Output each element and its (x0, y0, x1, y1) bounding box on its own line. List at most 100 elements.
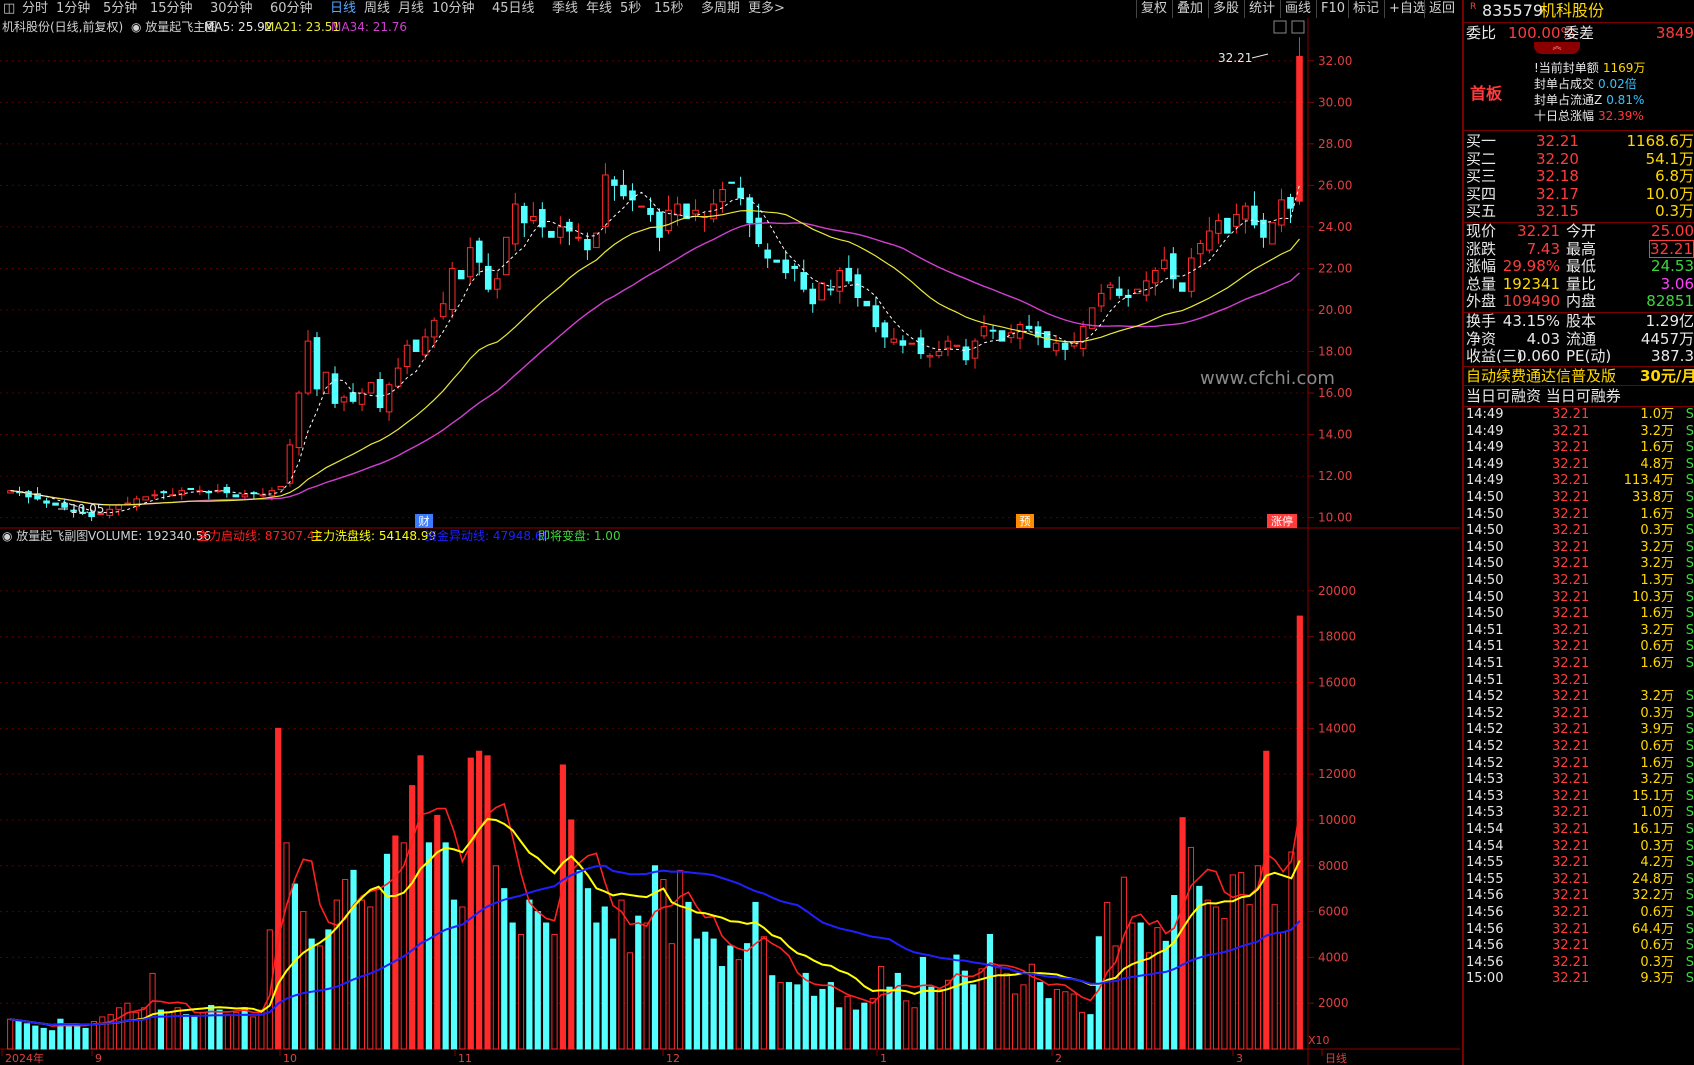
tick-price: 32.21 (1552, 871, 1590, 887)
volume-bar (90, 1021, 98, 1050)
tick-row: 14:50 32.21 3.2万 S (1464, 556, 1694, 572)
vol-tick-label: 4000 (1318, 950, 1349, 964)
toolbar-button[interactable]: 复权 (1136, 0, 1171, 18)
ad-text[interactable]: 自动续费通达信普及版 (1466, 367, 1616, 385)
tick-time: 14:54 (1466, 822, 1504, 837)
tick-time: 14:51 (1466, 672, 1504, 688)
volume-bar (15, 1021, 22, 1050)
candle-body (151, 494, 159, 497)
bid-row[interactable]: 买四 32.17 10.0万 (1464, 185, 1694, 203)
tick-side: S (1685, 539, 1694, 555)
volume-bar (1137, 922, 1144, 1050)
volume-bar (660, 879, 667, 1050)
candle-body (620, 184, 627, 197)
y-tick-label: 22.00 (1318, 261, 1352, 275)
fund-value: 43.15% (1502, 312, 1560, 330)
candle-body (1115, 288, 1123, 296)
bid-row[interactable]: 买二 32.20 54.1万 (1464, 150, 1694, 168)
bid-volume: 1168.6万 (1626, 132, 1694, 150)
period-tab[interactable]: 10分钟 (432, 0, 475, 18)
toolbar-button[interactable]: 标记 (1348, 0, 1383, 18)
tick-row: 14:53 32.21 15.1万 S (1464, 789, 1694, 805)
volume-bar (1171, 895, 1178, 1050)
weicha-label: 委差 (1564, 24, 1595, 42)
period-tab[interactable]: 更多> (748, 0, 785, 18)
tick-row: 14:56 32.21 64.4万 S (1464, 922, 1694, 938)
quote-row: 涨跌 7.43 最高 32.21 (1464, 239, 1694, 258)
tick-volume: 24.8万 (1632, 871, 1674, 887)
period-tab[interactable]: 45日线 (492, 0, 535, 18)
toolbar-button[interactable]: 返回 (1424, 0, 1459, 18)
period-tab[interactable]: 年线 (586, 0, 612, 18)
bid-row[interactable]: 买五 32.15 0.3万 (1464, 202, 1694, 220)
period-tab[interactable]: 月线 (398, 0, 424, 18)
volume-bar (911, 1007, 918, 1050)
high-price-label: 32.21 (1218, 51, 1252, 65)
tick-row: 14:54 32.21 0.3万 S (1464, 839, 1694, 855)
candle-body (863, 300, 871, 307)
period-tab[interactable]: 分时 (22, 0, 48, 18)
tick-volume: 1.0万 (1640, 805, 1674, 821)
period-tab[interactable]: 15秒 (654, 0, 684, 18)
period-tab[interactable]: 日线 (330, 0, 356, 18)
collapse-arrow-icon[interactable]: ︽ (1534, 42, 1580, 54)
toolbar-button[interactable]: 画线 (1280, 0, 1315, 18)
volume-bar (124, 1002, 131, 1050)
tick-volume: 3.2万 (1640, 772, 1674, 788)
x-month-label: 2024年 (5, 1051, 44, 1065)
candle-body (223, 486, 231, 494)
tick-side: S (1685, 456, 1694, 472)
toolbar-button[interactable]: F10 (1316, 0, 1349, 18)
menu-icon[interactable]: ◫ (3, 0, 15, 18)
bid-row[interactable]: 买三 32.18 6.8万 (1464, 167, 1694, 185)
candle-body (944, 340, 952, 349)
period-tab[interactable]: 30分钟 (210, 0, 253, 18)
tick-side: S (1685, 589, 1694, 605)
volume-bar (559, 764, 566, 1050)
candle-body (160, 491, 168, 494)
period-tab[interactable]: 季线 (552, 0, 578, 18)
toolbar-button[interactable]: 统计 (1244, 0, 1279, 18)
tick-time: 14:51 (1466, 639, 1504, 655)
candle-body (575, 236, 582, 239)
tick-time: 14:56 (1466, 921, 1504, 937)
period-tab[interactable]: 5分钟 (103, 0, 137, 18)
y-tick-label: 30.00 (1318, 95, 1352, 109)
period-tab[interactable]: 多周期 (701, 0, 740, 18)
period-tab[interactable]: 周线 (364, 0, 390, 18)
kline-chart[interactable]: 32.00 30.00 28.00 26.00 24.00 22.00 20.00 18.00… (0, 18, 1460, 1065)
tick-time: 14:56 (1466, 954, 1504, 970)
tick-side: S (1685, 855, 1694, 871)
vol-tick-label: 18000 (1318, 630, 1356, 644)
volume-bar (174, 1007, 181, 1050)
tick-volume: 3.2万 (1640, 689, 1674, 705)
volume-bar (886, 986, 893, 1050)
tick-price: 32.21 (1552, 672, 1590, 688)
toolbar-button[interactable]: 叠加 (1172, 0, 1207, 18)
period-tab[interactable]: 60分钟 (270, 0, 313, 18)
toolbar-button[interactable]: 多股 (1208, 0, 1243, 18)
tick-side: S (1685, 423, 1694, 439)
volume-bar (308, 938, 315, 1050)
ad-price[interactable]: 30元/月 (1640, 367, 1694, 385)
tick-price: 32.21 (1552, 556, 1590, 572)
volume-bar (618, 899, 625, 1050)
volume-bar (1212, 906, 1220, 1050)
period-tab[interactable]: 1分钟 (56, 0, 90, 18)
tick-volume: 1.3万 (1640, 573, 1674, 588)
volume-bar (1145, 952, 1153, 1050)
candle-body (124, 502, 131, 505)
period-tab[interactable]: 15分钟 (150, 0, 193, 18)
candle-body (1025, 325, 1033, 330)
vol-tick-label: 14000 (1318, 721, 1356, 735)
volume-bar (166, 1011, 173, 1050)
period-tab[interactable]: 5秒 (620, 0, 641, 18)
volume-bar (844, 995, 851, 1050)
volume-bar (1271, 904, 1278, 1050)
volume-bar (568, 819, 575, 1050)
candle-body (647, 207, 654, 215)
volume-bar (249, 1016, 257, 1050)
candle-body (1287, 197, 1294, 209)
tick-row: 14:49 32.21 4.8万 S (1464, 457, 1694, 473)
bid-row[interactable]: 买一 32.21 1168.6万 (1464, 132, 1694, 150)
